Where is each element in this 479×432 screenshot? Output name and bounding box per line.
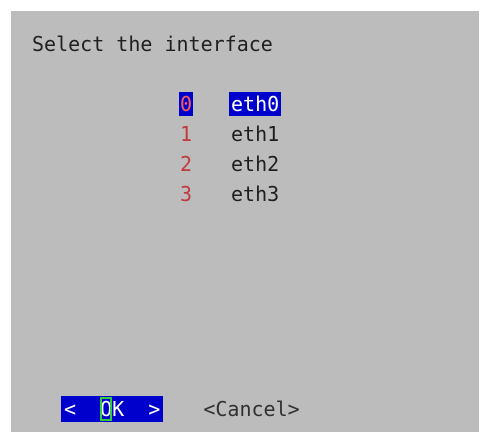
- menu-item-key: 1: [179, 122, 193, 146]
- menu-item-eth0[interactable]: 0 eth0: [179, 89, 282, 119]
- menu-item-eth2[interactable]: 2 eth2: [179, 149, 281, 179]
- menu-item-key: 3: [179, 182, 193, 206]
- menu-item-eth1[interactable]: 1 eth1: [179, 119, 281, 149]
- menu-item-label: eth2: [231, 152, 280, 176]
- menu-item-key: 0: [179, 92, 193, 116]
- dialog-title: Select the interface: [32, 32, 273, 56]
- menu-item-eth3[interactable]: 3 eth3: [179, 179, 281, 209]
- ok-label-rest: K: [112, 397, 125, 421]
- interface-dialog: Select the interface 0 eth0 1 eth1 2 eth…: [11, 11, 479, 432]
- ok-right-bracket: >: [124, 397, 161, 421]
- menu-item-label: eth3: [231, 182, 280, 206]
- ok-left-bracket: <: [64, 397, 101, 421]
- menu-item-key: 2: [179, 152, 193, 176]
- cancel-button[interactable]: <Cancel>: [203, 397, 299, 421]
- interface-menu: 0 eth0 1 eth1 2 eth2 3 eth3: [179, 89, 282, 209]
- menu-item-label: eth0: [229, 92, 282, 116]
- button-bar: < O K > <Cancel>: [61, 396, 300, 422]
- ok-hotkey-letter: O: [100, 397, 113, 421]
- menu-item-label: eth1: [231, 122, 280, 146]
- ok-button[interactable]: < O K >: [61, 396, 164, 422]
